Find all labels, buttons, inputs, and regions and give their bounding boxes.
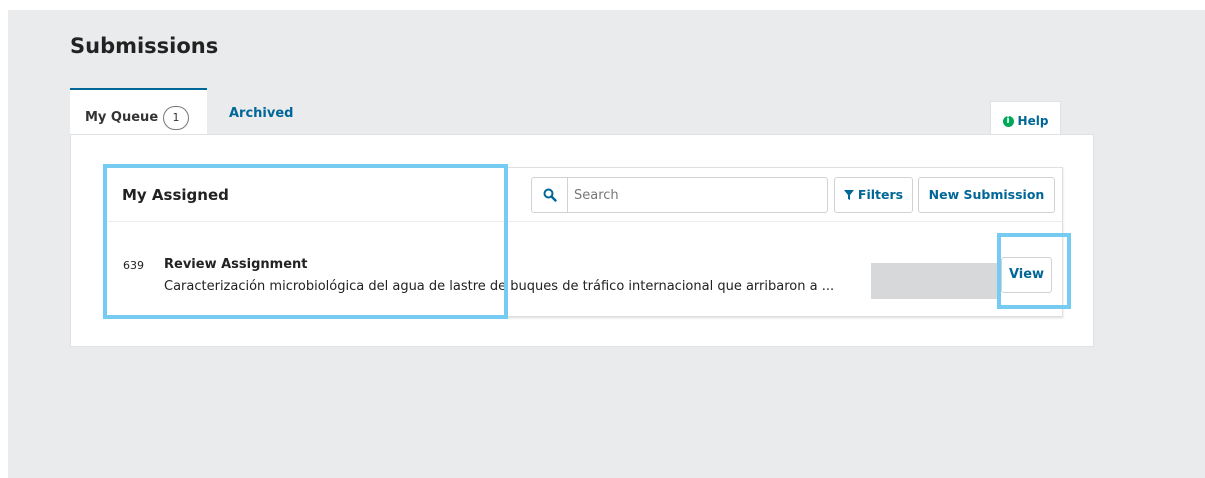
search-icon <box>543 188 557 202</box>
list-title: My Assigned <box>122 186 229 204</box>
submission-type: Review Assignment <box>164 257 308 272</box>
filters-label: Filters <box>857 187 904 202</box>
submissions-list: My Assigned Filters New Submission 639 R… <box>104 167 1063 317</box>
submission-id: 639 <box>123 259 144 272</box>
status-bar <box>871 263 998 299</box>
queue-count-badge: 1 <box>163 106 189 130</box>
list-divider <box>105 221 1062 222</box>
filter-icon <box>843 190 854 200</box>
filters-button[interactable]: Filters <box>834 177 913 213</box>
view-button[interactable]: View <box>1001 257 1052 293</box>
page-title: Submissions <box>70 34 219 58</box>
search-box <box>531 177 828 213</box>
search-input[interactable] <box>574 182 819 208</box>
info-circle-icon: i <box>1002 116 1014 127</box>
submission-title[interactable]: Caracterización microbiológica del agua … <box>164 279 864 294</box>
search-button[interactable] <box>532 178 568 212</box>
new-submission-button[interactable]: New Submission <box>918 177 1055 213</box>
help-label: Help <box>1017 114 1049 128</box>
tab-label: My Queue <box>85 110 159 125</box>
tab-archived[interactable]: Archived <box>229 106 294 121</box>
help-button[interactable]: i Help <box>990 101 1061 138</box>
